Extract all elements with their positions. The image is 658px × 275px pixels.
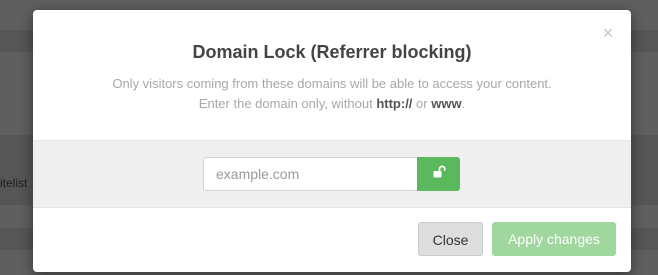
modal-title: Domain Lock (Referrer blocking) [192,42,472,62]
description-text: . [461,96,466,111]
domain-input[interactable] [203,157,417,191]
modal-description: Only visitors coming from these domains … [33,74,631,114]
domain-input-group [203,157,460,191]
domain-lock-modal: × Domain Lock (Referrer blocking) Only v… [33,10,631,272]
description-line-1: Only visitors coming from these domains … [112,76,552,91]
unlock-icon [432,165,446,184]
close-icon[interactable]: × [600,24,616,42]
apply-changes-button[interactable]: Apply changes [492,222,616,256]
background-whitelist-text: itelist [0,176,28,190]
description-text: or [412,96,432,111]
domain-input-section [33,140,631,208]
www-keyword: www [431,96,462,111]
http-keyword: http:// [376,96,413,111]
description-line-2: Enter the domain only, without http:// o… [33,94,631,114]
description-text: Enter the domain only, without [198,96,377,111]
add-domain-lock-button[interactable] [417,157,460,191]
close-button[interactable]: Close [418,222,483,256]
